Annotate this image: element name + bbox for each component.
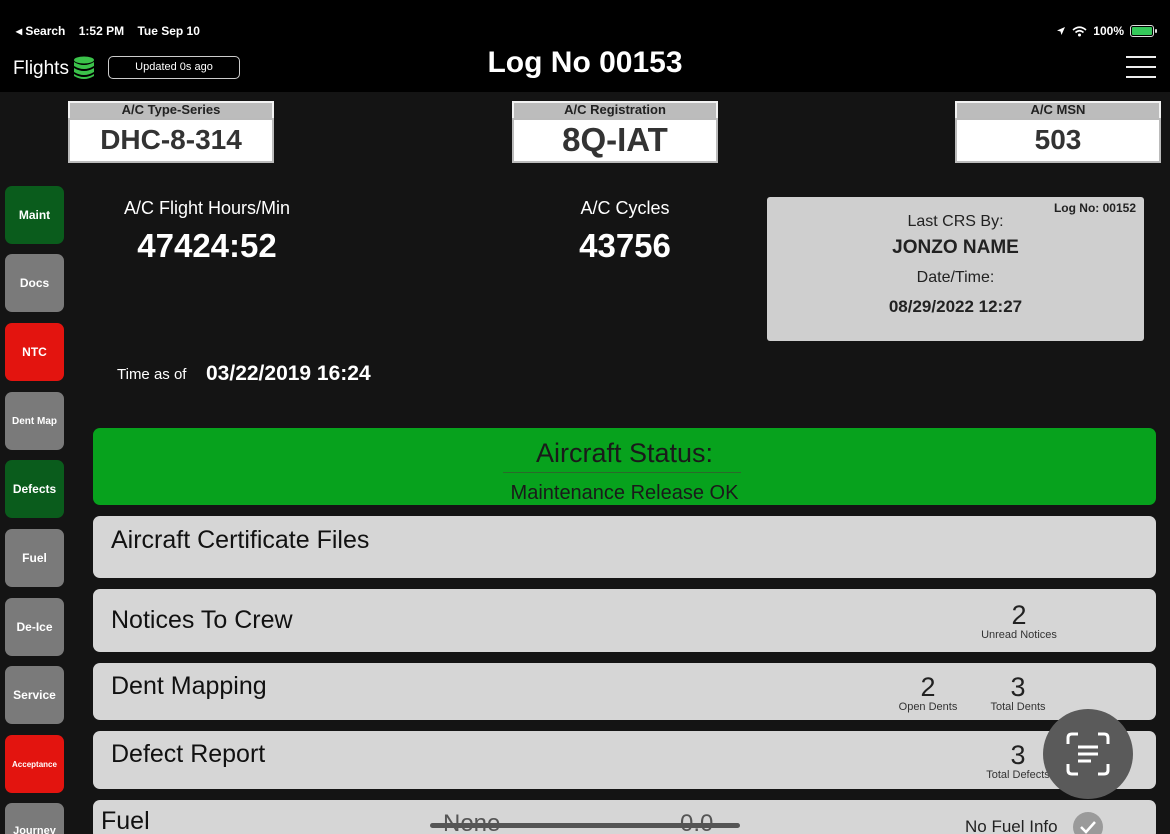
sidebar-item-label: Docs (19, 276, 50, 290)
count-value: 3 (1010, 672, 1026, 702)
database-icon[interactable] (73, 56, 95, 80)
ac-type-value: DHC-8-314 (68, 118, 274, 163)
scan-text-button[interactable] (1043, 709, 1133, 799)
fuel-value: None (443, 810, 501, 834)
total-dents-count: 3 Total Dents (968, 673, 1068, 713)
ac-type-label: A/C Type-Series (68, 101, 274, 118)
count-label: Open Dents (898, 701, 958, 713)
updated-badge[interactable]: Updated 0s ago (108, 56, 240, 79)
sidebar-item-service[interactable]: Service (5, 666, 64, 724)
sidebar-item-dent-map[interactable]: Dent Map (5, 392, 64, 450)
sidebar-item-label: Service (13, 688, 56, 702)
back-to-search-link[interactable]: ◂ Search (16, 24, 65, 38)
crs-datetime-label: Date/Time: (916, 269, 995, 286)
location-arrow-icon (1057, 27, 1066, 35)
last-crs-card[interactable]: Log No: 00152 Last CRS By: JONZO NAME Da… (767, 197, 1144, 341)
status-bar-right: 100% (1056, 24, 1157, 38)
ac-registration-box: A/C Registration 8Q-IAT (512, 101, 718, 163)
sidebar-item-label: Journey (13, 825, 56, 834)
sidebar-item-label: Dent Map (12, 415, 57, 427)
count-value: 2 (1011, 600, 1027, 630)
sidebar-item-defects[interactable]: Defects (5, 460, 64, 518)
ac-registration-value: 8Q-IAT (512, 118, 718, 163)
crs-name: JONZO NAME (892, 237, 1019, 258)
wifi-icon (1072, 25, 1087, 36)
row-title: Defect Report (111, 740, 266, 768)
status-bar: ◂ Search 1:52 PM Tue Sep 10 100% (0, 0, 1170, 46)
aircraft-status-title: Aircraft Status: (535, 438, 714, 468)
sidebar-item-maint[interactable]: Maint (5, 186, 64, 244)
sidebar-item-fuel[interactable]: Fuel (5, 529, 64, 587)
ac-type-box: A/C Type-Series DHC-8-314 (68, 101, 274, 163)
clock-time: 1:52 PM (78, 24, 125, 38)
clock-date: Tue Sep 10 (137, 24, 200, 38)
sidebar-item-label: NTC (22, 345, 47, 359)
count-label: Total Dents (990, 701, 1046, 713)
row-title: Fuel (101, 807, 150, 834)
fuel-quantity: 0.0 (680, 810, 714, 834)
dent-mapping-row[interactable]: Dent Mapping 2 Open Dents 3 Total Dents (93, 663, 1156, 720)
ac-msn-label: A/C MSN (955, 101, 1161, 118)
ac-registration-label: A/C Registration (512, 101, 718, 118)
time-as-of-label: Time as of (117, 366, 187, 383)
status-bar-left: ◂ Search 1:52 PM Tue Sep 10 (16, 24, 210, 38)
row-title: Dent Mapping (111, 672, 267, 700)
scan-text-icon (1066, 732, 1110, 776)
sidebar-item-label: Fuel (22, 551, 47, 565)
cycles-value: 43756 (579, 227, 671, 264)
fuel-info-text: No Fuel Info (965, 817, 1058, 834)
notices-to-crew-row[interactable]: Notices To Crew 2 Unread Notices (93, 589, 1156, 652)
battery-icon (1130, 25, 1157, 37)
sidebar-item-label: Maint (18, 208, 51, 222)
sidebar-item-docs[interactable]: Docs (5, 254, 64, 312)
unread-notices-count: 2 Unread Notices (969, 601, 1069, 641)
crs-by-label: Last CRS By: (907, 213, 1004, 230)
sidebar-item-label: De-Ice (16, 620, 53, 634)
row-title: Notices To Crew (111, 606, 293, 634)
ac-msn-value: 503 (955, 118, 1161, 163)
flight-hours-value: 47424:52 (137, 227, 277, 264)
sidebar-item-acceptance[interactable]: Acceptance (5, 735, 64, 793)
sidebar-item-de-ice[interactable]: De-Ice (5, 598, 64, 656)
flight-hours-label: A/C Flight Hours/Min (123, 198, 291, 218)
open-dents-count: 2 Open Dents (878, 673, 978, 713)
home-indicator[interactable] (430, 823, 740, 828)
defect-report-row[interactable]: Defect Report 3 Total Defects (93, 731, 1156, 789)
sidebar-item-label: Acceptance (12, 759, 57, 769)
cycles-label: A/C Cycles (580, 198, 670, 218)
divider (503, 472, 741, 473)
count-label: Unread Notices (981, 629, 1057, 641)
aircraft-status-text: Maintenance Release OK (510, 482, 739, 504)
sidebar-item-journey[interactable]: Journey (5, 803, 64, 834)
row-title: Aircraft Certificate Files (111, 526, 370, 554)
app-header: Log No 00153 Flights Updated 0s ago (0, 46, 1170, 92)
checkmark-icon (1073, 812, 1103, 834)
ac-msn-box: A/C MSN 503 (955, 101, 1161, 163)
fuel-row[interactable]: Fuel None 0.0 No Fuel Info (93, 800, 1156, 834)
sidebar-item-ntc[interactable]: NTC (5, 323, 64, 381)
time-as-of-value: 03/22/2019 16:24 (206, 362, 371, 385)
flights-link[interactable]: Flights (13, 58, 69, 80)
hamburger-menu-icon[interactable] (1126, 56, 1156, 78)
aircraft-status-banner[interactable]: Aircraft Status: Maintenance Release OK (93, 428, 1156, 505)
certificate-files-row[interactable]: Aircraft Certificate Files (93, 516, 1156, 578)
crs-datetime: 08/29/2022 12:27 (888, 297, 1023, 316)
battery-percent: 100% (1093, 24, 1124, 38)
count-value: 2 (920, 672, 936, 702)
sidebar-item-label: Defects (12, 482, 57, 496)
